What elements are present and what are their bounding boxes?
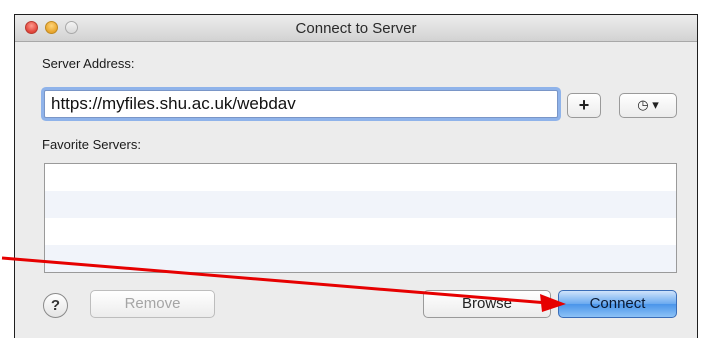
add-favorite-button[interactable]: + [567,93,601,118]
remove-button[interactable]: Remove [90,290,215,318]
favorite-servers-list[interactable] [44,163,677,273]
window-title: Connect to Server [295,20,417,37]
help-button[interactable]: ? [43,293,68,318]
list-row [45,218,676,245]
browse-button[interactable]: Browse [423,290,551,318]
list-row [45,164,676,191]
server-address-input[interactable] [44,90,558,118]
recent-servers-button[interactable]: ◷ ▾ [619,93,677,118]
list-row [45,191,676,218]
connect-to-server-window: Connect to Server Server Address: + ◷ ▾ … [14,14,698,338]
title-bar: Connect to Server [15,15,697,42]
list-row [45,245,676,272]
connect-button[interactable]: Connect [558,290,677,318]
server-address-label: Server Address: [42,56,135,71]
favorite-servers-label: Favorite Servers: [42,137,141,152]
